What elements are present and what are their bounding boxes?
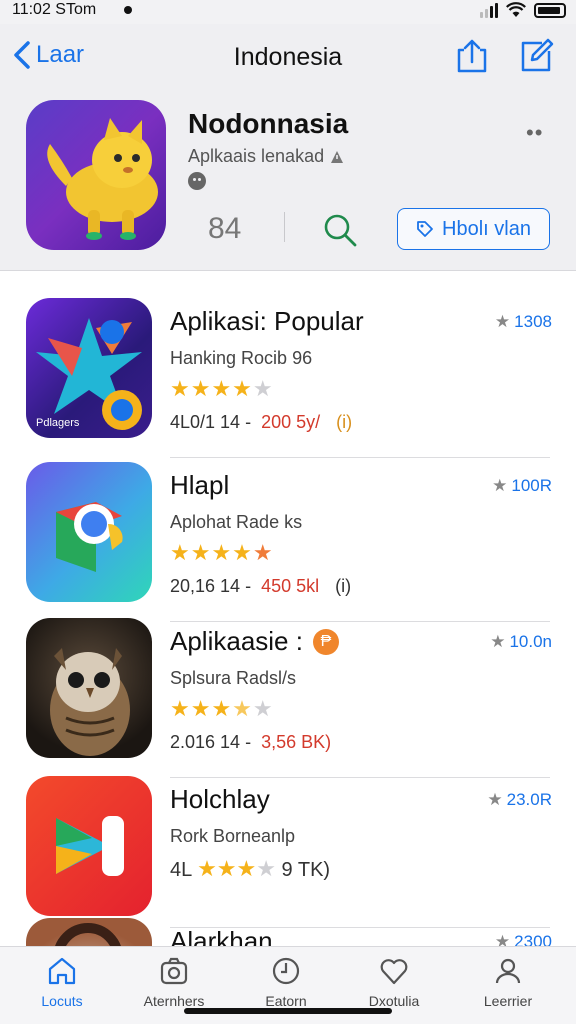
price-tag[interactable]: ★ 10.0n [490, 632, 552, 652]
list-item-meta: 4L ★★★★ 9 TK) [170, 856, 331, 881]
home-indicator [184, 1008, 392, 1014]
tab-profile[interactable]: Leerrier [458, 955, 558, 1009]
rating-stars: ★★★ [197, 856, 257, 881]
camera-icon [160, 957, 188, 985]
meta-info: (i) [336, 412, 353, 432]
partial-app-icon [26, 918, 152, 946]
app-count: 84 [208, 212, 242, 245]
meta-count: 2.016 14 - [170, 732, 252, 752]
divider [284, 212, 285, 242]
list-item[interactable]: Hlapl Aplohat Rade ks ★★★★★ 20,16 14 -45… [0, 436, 576, 622]
battery-icon [534, 2, 566, 18]
meta-size: 3,56 BK) [261, 732, 332, 752]
list-item[interactable]: Aplikaasie : ₱ Splsura Radsl/s ★★★★★ 2.0… [0, 592, 576, 778]
list-item-subtitle: Splsura Radsl/s [170, 668, 297, 688]
app-header: Laar Indonesia Nodonnasia Aplkaais lenak… [0, 24, 576, 271]
app-name: Nodonnasia [188, 108, 349, 139]
star-icon: ★ [494, 312, 511, 331]
rating-stars: ★★★★★ [170, 540, 274, 565]
hlapl-app-icon [26, 462, 152, 602]
list-item-title: Hlapl [170, 470, 230, 500]
meta-count: 4L0/1 14 - [170, 412, 252, 432]
clock-icon [272, 957, 300, 985]
meta-size: 200 5y/ [261, 412, 321, 432]
list-item[interactable]: Pdlagers Aplikasi: Popular Hanking Rocib… [0, 272, 576, 458]
tab-label: Leerrier [483, 993, 533, 1009]
share-icon[interactable] [455, 38, 489, 74]
star-icon: ★ [494, 932, 511, 946]
status-dot [124, 6, 132, 14]
list-item-subtitle: Aplohat Rade ks [170, 512, 303, 532]
list-item-title: Alarkhan [170, 926, 273, 946]
tab-label: Locuts [41, 993, 83, 1009]
tag-icon [417, 221, 433, 237]
app-icon [26, 100, 166, 250]
developer-badge-icon [188, 172, 206, 190]
cat-mascot-icon [47, 118, 158, 240]
status-time: 11:02 STom [12, 1, 97, 18]
popular-app-icon: Pdlagers [26, 298, 152, 438]
list-item-title: Aplikasi: Popular [170, 306, 364, 336]
meta-count: 4L [170, 859, 192, 881]
rating-stars: ★★★★★ [170, 696, 274, 721]
list-item-title: Aplikaasie : ₱ [170, 626, 339, 657]
list-item-meta: 4L0/1 14 - 200 5y/ (i) [170, 412, 352, 433]
star-icon: ★ [487, 790, 503, 809]
person-icon [495, 958, 521, 984]
signal-icon [480, 2, 498, 18]
star-burst-icon: Pdlagers [36, 318, 142, 430]
list-item-title: Holchlay [170, 784, 270, 814]
list-item[interactable]: Alarkhan ★ 2300 [0, 892, 576, 946]
price-label: 1308 [514, 312, 552, 331]
svg-text:Pdlagers: Pdlagers [36, 417, 80, 429]
tab-label: Dxotulia [368, 993, 420, 1009]
tab-label: Eatorn [265, 993, 307, 1009]
tab-clock[interactable]: Eatorn [236, 955, 336, 1009]
star-icon: ★ [492, 476, 508, 495]
status-right [480, 2, 566, 18]
badge-icon: ₱ [312, 628, 339, 655]
page-title: Indonesia [233, 43, 343, 71]
tab-favorites[interactable]: Dxotulia [344, 955, 444, 1009]
price-tag[interactable]: ★ 2300 [495, 932, 552, 946]
price-label: 100R [511, 476, 552, 495]
home-icon [48, 957, 76, 985]
search-icon[interactable] [322, 212, 358, 248]
app-subtitle-text: Aplkaais lenakad [188, 146, 325, 166]
price-label: 23.0R [506, 790, 552, 809]
meta-size: 9 TK) [281, 859, 331, 881]
list-item-title-text: Aplikaasie : [170, 626, 303, 656]
price-tag[interactable]: ★ 23.0R [487, 790, 552, 810]
rating-stars: ★★★★★ [170, 376, 274, 401]
ring-icon [55, 923, 121, 946]
wifi-icon [506, 2, 526, 17]
price-label: 2300 [514, 932, 552, 946]
warning-icon [331, 150, 344, 163]
app-subtitle: Aplkaais lenakad [188, 146, 344, 167]
price-tag[interactable]: ★ 100R [492, 476, 552, 496]
status-bar: 11:02 STom [0, 0, 576, 24]
star-icon: ★ [490, 632, 506, 651]
tab-camera[interactable]: Aternhers [124, 955, 224, 1009]
price-label: 10.0n [509, 632, 552, 651]
tab-label: Aternhers [143, 993, 205, 1009]
more-options-icon[interactable]: •• [526, 120, 543, 146]
view-button[interactable]: Hbolı vlan [397, 208, 550, 250]
heart-icon [380, 959, 408, 985]
chrome-like-icon [56, 502, 123, 572]
list-item-subtitle: Rork Borneanlp [170, 826, 296, 846]
owl-icon [50, 648, 130, 756]
owl-app-icon [26, 618, 152, 758]
tab-home[interactable]: Locuts [12, 955, 112, 1009]
list-item-subtitle: Hanking Rocib 96 [170, 348, 313, 368]
compose-icon[interactable] [518, 38, 554, 74]
view-button-label: Hbolı vlan [442, 217, 531, 240]
list-item[interactable]: Holchlay Rork Borneanlp 4L ★★★★ 9 TK) ★ … [0, 750, 576, 928]
price-tag[interactable]: ★ 1308 [495, 312, 552, 332]
